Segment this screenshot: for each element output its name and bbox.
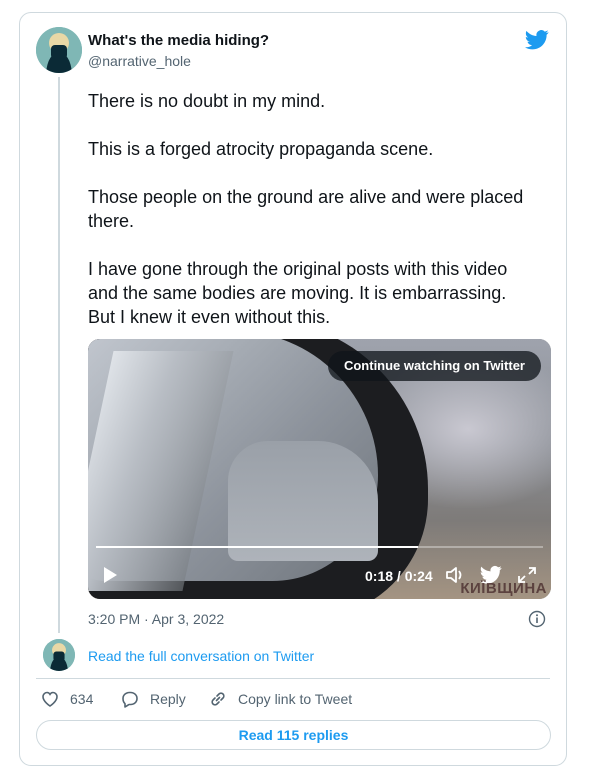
tweet-paragraph: I have gone through the original posts w…: [88, 259, 508, 327]
author-display-name[interactable]: What's the media hiding?: [88, 32, 269, 49]
link-icon: [211, 692, 225, 706]
reply-icon: [122, 691, 138, 708]
continue-watching-button[interactable]: Continue watching on Twitter: [327, 351, 541, 381]
author-avatar[interactable]: [36, 27, 82, 73]
divider: [36, 678, 550, 679]
heart-icon: [42, 691, 58, 707]
tweet-paragraph: Those people on the ground are alive and…: [88, 187, 524, 231]
tweet-paragraph: This is a forged atrocity propaganda sce…: [88, 139, 434, 159]
play-icon[interactable]: [104, 567, 117, 583]
conversation-avatar[interactable]: [43, 639, 75, 671]
copy-link-action[interactable]: Copy link to Tweet: [208, 689, 352, 709]
read-conversation-link[interactable]: Read the full conversation on Twitter: [88, 648, 314, 664]
video-progress-fill: [96, 546, 418, 548]
video-progress-bar[interactable]: [96, 546, 543, 548]
tweet-text: There is no doubt in my mind. This is a …: [88, 89, 538, 353]
like-count: 634: [70, 691, 94, 707]
tweet-paragraph: There is no doubt in my mind.: [88, 91, 326, 111]
reply-label: Reply: [150, 691, 186, 707]
like-action[interactable]: 634: [40, 689, 93, 709]
twitter-bird-icon[interactable]: [525, 29, 549, 51]
info-icon[interactable]: [528, 610, 546, 628]
thread-line: [58, 77, 60, 633]
video-watermark: КИЇВЩИНА: [460, 580, 547, 597]
author-handle[interactable]: @narrative_hole: [88, 53, 191, 69]
read-replies-button[interactable]: Read 115 replies: [36, 720, 551, 750]
video-player[interactable]: Continue watching on Twitter 0:18 / 0:24…: [88, 339, 551, 599]
tweet-card: What's the media hiding? @narrative_hole…: [19, 12, 567, 766]
copy-link-label: Copy link to Tweet: [238, 691, 353, 707]
reply-action[interactable]: Reply: [120, 689, 186, 709]
video-time: 0:18 / 0:24: [365, 568, 433, 584]
tweet-timestamp[interactable]: 3:20 PM · Apr 3, 2022: [88, 611, 224, 627]
